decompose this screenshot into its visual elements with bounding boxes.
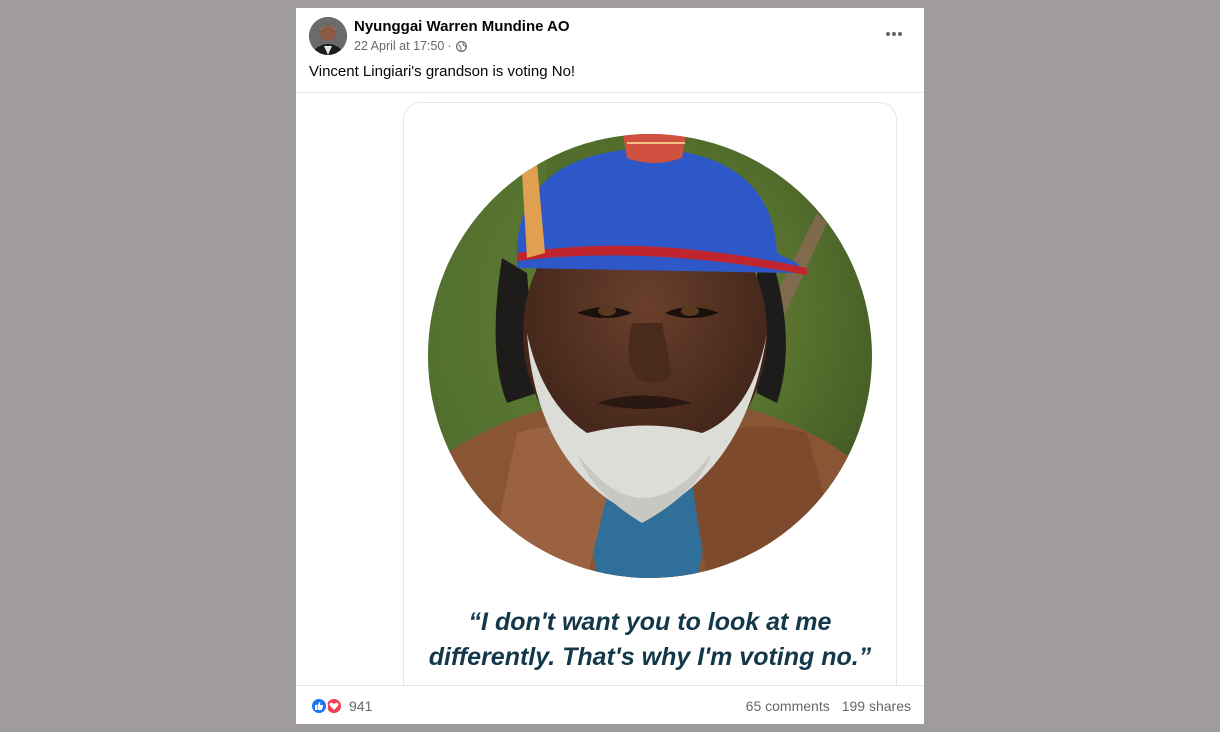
post-image[interactable]: “I don't want you to look at me differen… bbox=[296, 93, 924, 685]
like-icon bbox=[310, 697, 328, 715]
image-quote: “I don't want you to look at me differen… bbox=[403, 605, 897, 675]
engagement-stats: 65 comments 199 shares bbox=[746, 698, 911, 714]
post-meta: 22 April at 17:50 · bbox=[354, 39, 467, 53]
post-header: Nyunggai Warren Mundine AO 22 April at 1… bbox=[296, 8, 924, 98]
reaction-count: 941 bbox=[349, 698, 373, 714]
post-footer: 941 65 comments 199 shares bbox=[296, 685, 924, 724]
meta-separator: · bbox=[447, 39, 452, 53]
portrait-photo bbox=[428, 134, 872, 578]
author-avatar[interactable] bbox=[309, 17, 347, 55]
quote-line-2: differently. That's why I'm voting no.” bbox=[428, 643, 872, 671]
globe-icon bbox=[455, 40, 467, 52]
reactions-summary[interactable]: 941 bbox=[310, 697, 372, 715]
author-name[interactable]: Nyunggai Warren Mundine AO bbox=[354, 18, 570, 35]
shares-link[interactable]: 199 shares bbox=[842, 698, 911, 714]
comments-link[interactable]: 65 comments bbox=[746, 698, 830, 714]
quote-line-1: “I don't want you to look at me bbox=[468, 608, 832, 636]
post-date[interactable]: 22 April at 17:50 bbox=[354, 39, 444, 53]
post-caption: Vincent Lingiari's grandson is voting No… bbox=[309, 63, 576, 80]
facebook-post: Nyunggai Warren Mundine AO 22 April at 1… bbox=[296, 8, 924, 724]
more-options-icon[interactable] bbox=[880, 22, 908, 46]
